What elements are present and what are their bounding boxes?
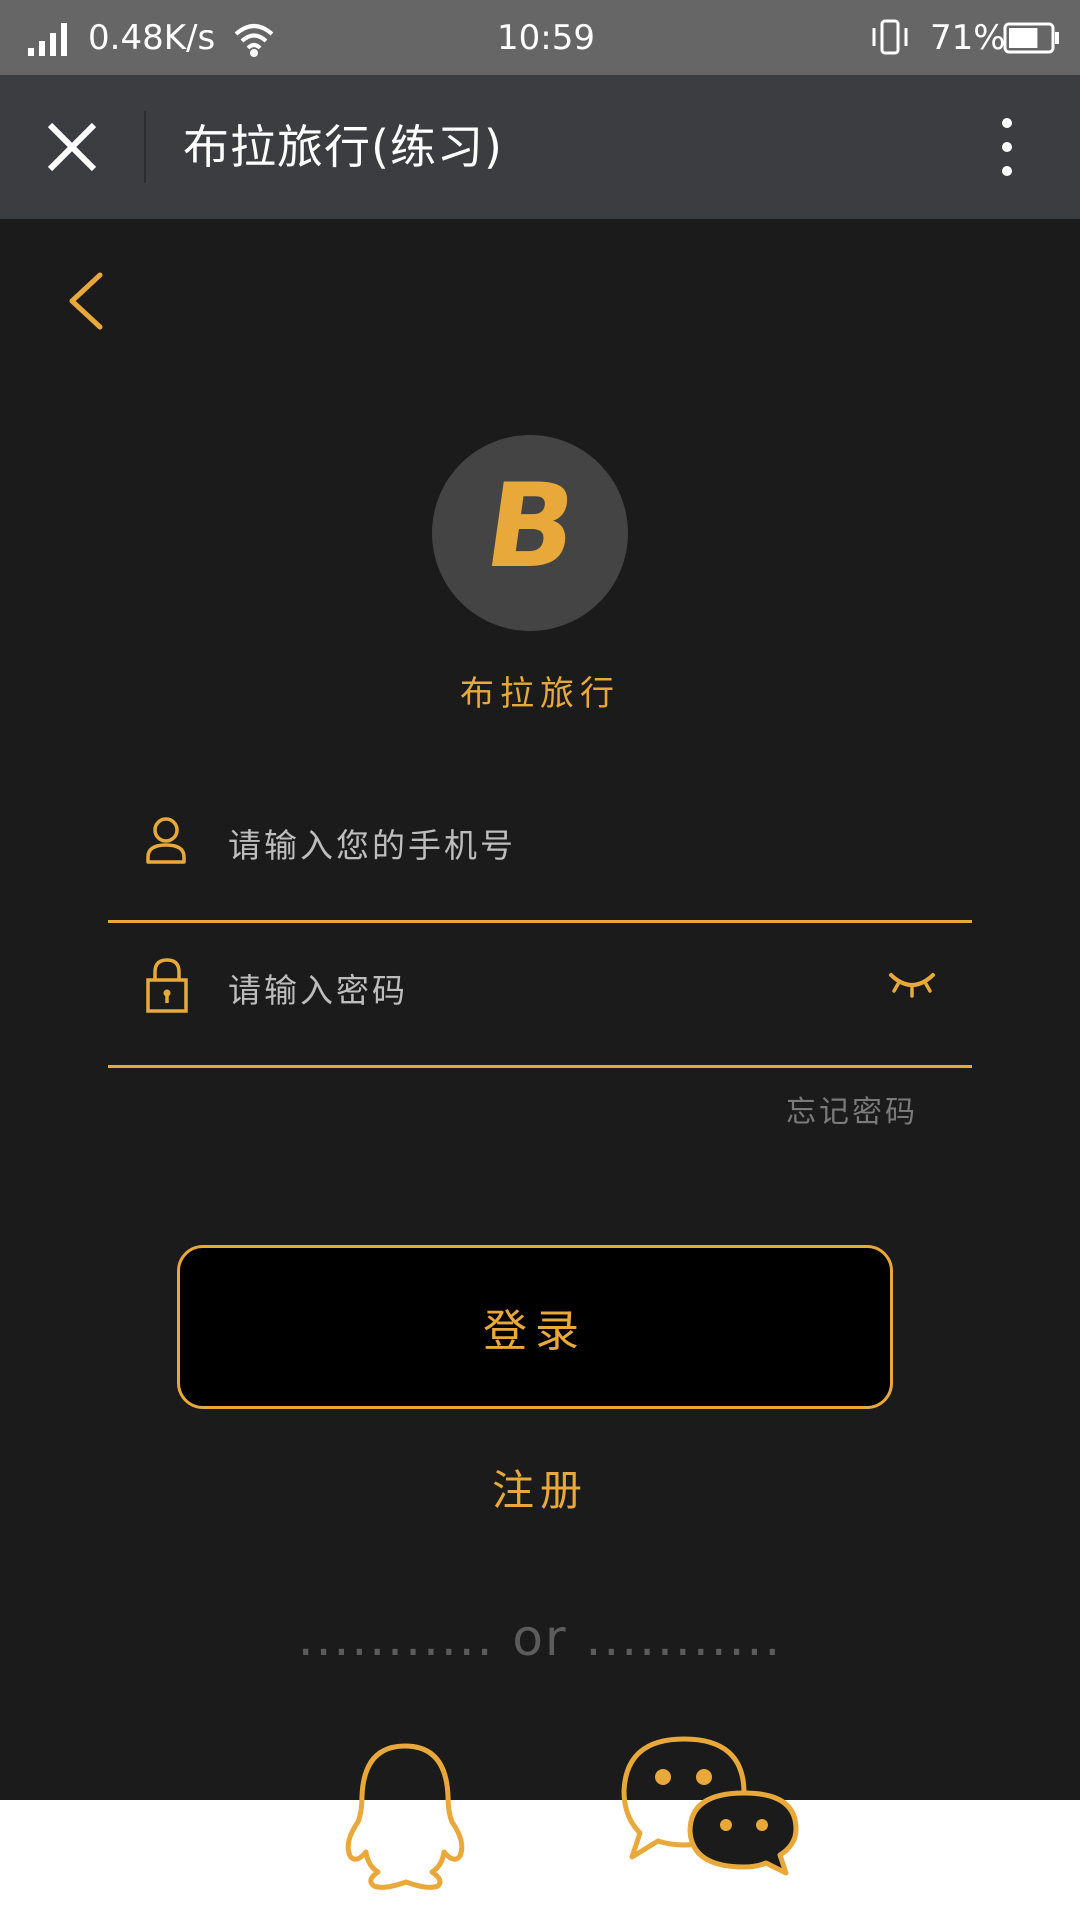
- qq-icon[interactable]: [340, 1740, 470, 1890]
- title-bar: 布拉旅行(练习): [0, 75, 1080, 219]
- wechat-icon[interactable]: [620, 1733, 800, 1879]
- app-logo: B: [432, 435, 628, 631]
- vibrate-icon: [868, 0, 912, 75]
- battery-icon: [1003, 0, 1061, 75]
- eye-closed-icon[interactable]: [887, 969, 937, 999]
- password-input[interactable]: 请输入密码: [228, 964, 408, 1012]
- wifi-icon: [232, 0, 276, 75]
- password-underline: [108, 1065, 972, 1068]
- register-link[interactable]: 注册: [0, 1457, 1080, 1518]
- phone-underline: [108, 920, 972, 923]
- forgot-password-link[interactable]: 忘记密码: [786, 1087, 918, 1131]
- user-icon: [145, 815, 187, 865]
- network-speed: 0.48K/s: [88, 17, 216, 58]
- status-bar: 0.48K/s 10:59 71%: [0, 0, 1080, 75]
- back-arrow-icon[interactable]: [62, 269, 112, 333]
- title-divider: [144, 111, 146, 183]
- close-icon[interactable]: [44, 119, 100, 175]
- logo-letter: B: [477, 460, 584, 594]
- clock: 10:59: [497, 17, 595, 58]
- login-screen: B 布拉旅行 请输入您的手机号 请输入密码 忘记密码 登录 注册 .......…: [0, 219, 1080, 1800]
- app-name: 布拉旅行: [460, 674, 620, 714]
- or-separator: ........... or ...........: [297, 1609, 783, 1667]
- more-icon[interactable]: [995, 117, 1019, 177]
- signal-icon: [26, 0, 74, 75]
- page-title: 布拉旅行(练习): [183, 120, 503, 174]
- lock-icon: [145, 956, 189, 1014]
- phone-input[interactable]: 请输入您的手机号: [228, 819, 516, 867]
- battery-percent: 71%: [930, 17, 1006, 58]
- login-button[interactable]: 登录: [177, 1245, 893, 1409]
